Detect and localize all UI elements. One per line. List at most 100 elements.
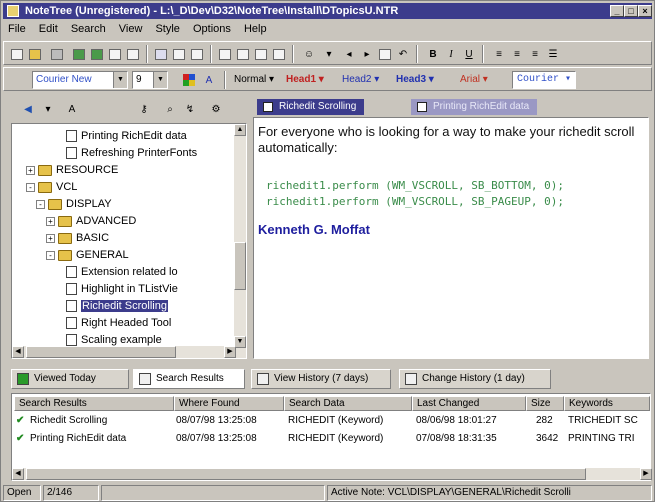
menu-edit[interactable]: Edit [34,21,63,38]
style-normal[interactable]: Normal ▾ [234,73,274,87]
align-left-icon[interactable]: ≡ [490,45,508,63]
binoculars-icon[interactable]: ⌕ [161,100,179,118]
tree-node[interactable]: + ADVANCED [46,213,136,229]
style-head3[interactable]: Head3 ▾ [396,73,434,87]
copy-icon[interactable] [234,45,252,63]
find-icon[interactable] [270,45,288,63]
style-arial[interactable]: Arial ▾ [460,73,488,87]
paste-icon[interactable] [252,45,270,63]
cut-icon[interactable] [216,45,234,63]
tree-node[interactable]: - VCL [26,179,77,195]
expand-icon[interactable]: + [26,165,35,175]
tree-nav-icon[interactable]: ◀ [19,100,37,118]
tab-change-history[interactable]: Change History (1 day) [399,369,551,389]
save-all-icon[interactable] [88,45,106,63]
menu-view[interactable]: View [114,21,148,38]
scroll-thumb[interactable] [234,242,246,290]
menu-help[interactable]: Help [239,21,272,38]
close-button[interactable]: × [638,5,652,17]
window-icon[interactable] [152,45,170,63]
forward-icon[interactable]: ▸ [358,45,376,63]
align-right-icon[interactable]: ≡ [526,45,544,63]
edit-pen-icon[interactable] [188,45,206,63]
italic-icon[interactable]: I [442,45,460,63]
scroll-up-icon[interactable]: ▲ [234,124,246,136]
properties-icon[interactable] [124,45,142,63]
tree-node[interactable]: Extension related lo [66,264,178,280]
scroll-left-icon[interactable]: ◀ [12,346,24,358]
tree-node[interactable]: Refreshing PrinterFonts [66,145,197,161]
tab-view-history[interactable]: View History (7 days) [251,369,391,389]
tab-richedit-scrolling[interactable]: Richedit Scrolling [257,99,365,115]
save-icon[interactable] [70,45,88,63]
tab-printing-richedit-data[interactable]: Printing RichEdit data [411,99,538,115]
back-icon[interactable]: ◂ [340,45,358,63]
note-editor[interactable]: For everyone who is looking for a way to… [253,117,649,359]
column-header-size[interactable]: Size [526,396,564,411]
tab-viewed-today[interactable]: Viewed Today [11,369,129,389]
column-header-last-changed[interactable]: Last Changed [412,396,526,411]
maximize-button[interactable]: □ [624,5,638,17]
expand-icon[interactable]: + [46,233,55,243]
tree-node[interactable]: Highlight in TListVie [66,281,178,297]
column-header-search-data[interactable]: Search Data [284,396,412,411]
tree-node[interactable]: Printing RichEdit data [66,128,187,144]
open-folder-icon[interactable] [26,45,44,63]
tree-node[interactable]: - GENERAL [46,247,129,263]
tree-horizontal-scrollbar[interactable]: ◀ ▶ [12,346,236,358]
color-palette-icon[interactable] [180,71,198,89]
collapse-icon[interactable]: - [46,250,55,260]
scroll-right-icon[interactable]: ▶ [224,346,236,358]
chevron-down-icon[interactable]: ▼ [113,72,127,88]
font-color-icon[interactable]: A [200,71,218,89]
smiley-icon[interactable]: ☺ [300,45,318,63]
collapse-icon[interactable]: - [26,182,35,192]
menu-file[interactable]: File [3,21,31,38]
results-horizontal-scrollbar[interactable]: ◀ ▶ [12,468,652,480]
style-head2[interactable]: Head2 ▾ [342,73,379,87]
chevron-down-icon[interactable]: ▾ [39,100,57,118]
menu-search[interactable]: Search [66,21,111,38]
column-header-search-results[interactable]: Search Results [14,396,174,411]
sort-icon[interactable]: A [63,100,81,118]
chevron-down-icon[interactable]: ▾ [320,45,338,63]
scroll-thumb[interactable] [26,468,586,480]
tree-options-icon[interactable]: ⚙ [207,100,225,118]
font-name-select[interactable]: Courier New ▼ [32,71,128,89]
bold-icon[interactable]: B [424,45,442,63]
print-icon[interactable] [48,45,66,63]
expand-icon[interactable]: + [46,216,55,226]
tree-node[interactable]: Richedit Scrolling [66,298,168,314]
find-next-icon[interactable]: ↯ [181,100,199,118]
column-header-where-found[interactable]: Where Found [174,396,284,411]
table-row[interactable]: ✔ Printing RichEdit data 08/07/98 13:25:… [12,431,640,447]
bullets-icon[interactable]: ☰ [544,45,562,63]
tree-node[interactable]: + RESOURCE [26,162,118,178]
new-file-icon[interactable] [8,45,26,63]
scroll-right-icon[interactable]: ▶ [640,468,652,480]
collapse-icon[interactable]: - [36,199,45,209]
style-courier[interactable]: Courier ▾ [512,71,577,89]
tree-vertical-scrollbar[interactable]: ▲ ▼ [234,124,246,358]
tree-node[interactable]: Right Headed Tool [66,315,171,331]
align-center-icon[interactable]: ≡ [508,45,526,63]
tree-node[interactable]: - DISPLAY [36,196,112,212]
minimize-button[interactable]: _ [610,5,624,17]
style-head1[interactable]: Head1 ▾ [286,73,324,87]
undo-icon[interactable]: ↶ [394,45,412,63]
scroll-left-icon[interactable]: ◀ [12,468,24,480]
tree-node[interactable]: + BASIC [46,230,109,246]
link-icon[interactable] [170,45,188,63]
font-size-select[interactable]: 9 ▼ [132,71,168,89]
scroll-thumb[interactable] [26,346,176,358]
menu-style[interactable]: Style [150,21,184,38]
export-icon[interactable] [106,45,124,63]
table-row[interactable]: ✔ Richedit Scrolling 08/07/98 13:25:08 R… [12,413,640,429]
underline-icon[interactable]: U [460,45,478,63]
chevron-down-icon[interactable]: ▼ [153,72,167,88]
key-icon[interactable]: ⚷ [135,100,153,118]
spell-check-icon[interactable] [376,45,394,63]
column-header-keywords[interactable]: Keywords [564,396,650,411]
tab-search-results[interactable]: Search Results [133,369,245,389]
menu-options[interactable]: Options [188,21,236,38]
